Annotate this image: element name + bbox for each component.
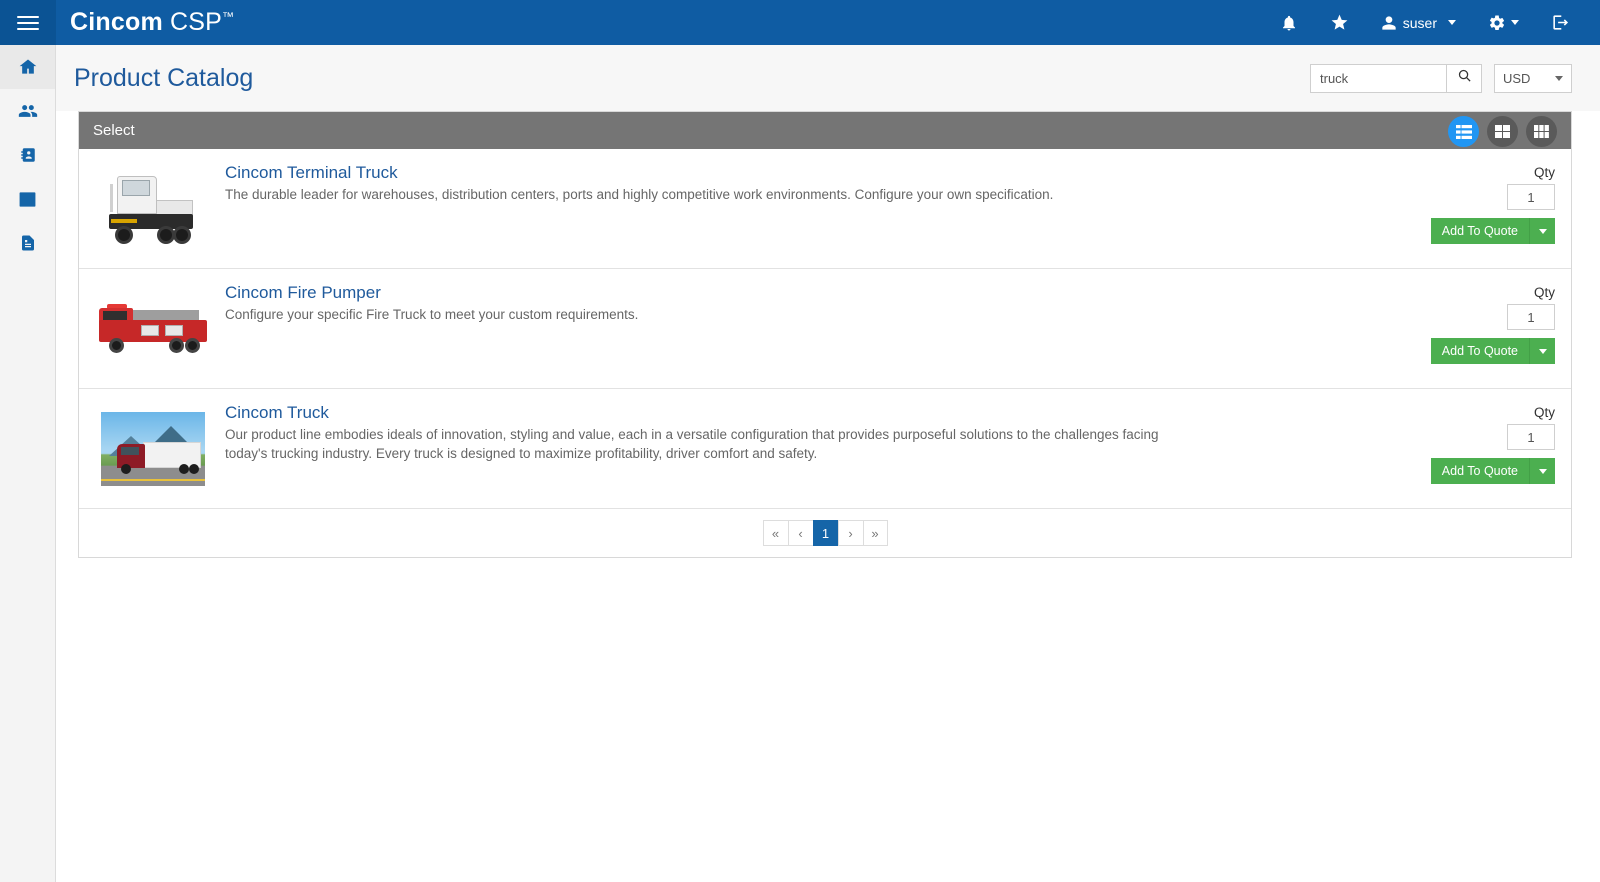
product-row: Cincom Terminal Truck The durable leader… bbox=[79, 149, 1571, 269]
add-to-quote-dropdown-button[interactable] bbox=[1529, 458, 1555, 484]
product-thumbnail[interactable] bbox=[91, 159, 215, 258]
address-book-icon bbox=[19, 145, 37, 165]
grid-view-icon bbox=[1495, 125, 1510, 138]
grid-view-button[interactable] bbox=[1487, 116, 1518, 147]
pagination-next[interactable]: › bbox=[837, 520, 863, 546]
hamburger-menu-button[interactable] bbox=[0, 0, 56, 45]
search-button[interactable] bbox=[1446, 63, 1482, 93]
pagination-last[interactable]: » bbox=[862, 520, 888, 546]
sidebar-item-accounts[interactable] bbox=[0, 89, 55, 133]
product-actions: Qty Add To Quote bbox=[1396, 159, 1571, 258]
qty-label: Qty bbox=[1533, 285, 1555, 300]
qty-label: Qty bbox=[1533, 405, 1555, 420]
product-info: Cincom Truck Our product line embodies i… bbox=[215, 399, 1396, 498]
top-navbar: Cincom CSP™ suser bbox=[0, 0, 1600, 45]
product-description: Configure your specific Fire Truck to me… bbox=[225, 307, 639, 322]
currency-selected-value: USD bbox=[1503, 70, 1531, 86]
table-view-button[interactable] bbox=[1526, 116, 1557, 147]
home-icon bbox=[18, 57, 38, 77]
currency-select[interactable]: USD bbox=[1494, 63, 1572, 93]
add-to-quote-group: Add To Quote bbox=[1430, 218, 1555, 244]
sidebar-item-documents[interactable] bbox=[0, 221, 55, 265]
logout-button[interactable] bbox=[1535, 0, 1586, 45]
qty-input[interactable] bbox=[1507, 304, 1555, 330]
product-row: Cincom Truck Our product line embodies i… bbox=[79, 389, 1571, 509]
sidebar-item-contacts[interactable] bbox=[0, 133, 55, 177]
product-info: Cincom Fire Pumper Configure your specif… bbox=[215, 279, 1396, 378]
sidebar-item-reports[interactable] bbox=[0, 177, 55, 221]
product-description: Our product line embodies ideals of inno… bbox=[225, 427, 1159, 461]
brand-name-primary: Cincom bbox=[70, 8, 163, 36]
product-row: Cincom Fire Pumper Configure your specif… bbox=[79, 269, 1571, 389]
add-to-quote-dropdown-button[interactable] bbox=[1529, 218, 1555, 244]
user-name-label: suser bbox=[1402, 14, 1437, 31]
fire-pumper-photo bbox=[97, 300, 209, 358]
product-thumbnail[interactable] bbox=[91, 399, 215, 498]
semi-truck-photo bbox=[101, 411, 205, 486]
sidebar-item-home[interactable] bbox=[0, 45, 55, 89]
qty-label: Qty bbox=[1533, 165, 1555, 180]
chart-area-icon bbox=[18, 190, 37, 209]
gear-icon bbox=[1488, 14, 1506, 32]
pagination: « ‹ 1 › » bbox=[762, 520, 888, 546]
pagination-page-1[interactable]: 1 bbox=[812, 520, 838, 546]
search-icon bbox=[1457, 68, 1472, 88]
file-list-icon bbox=[19, 233, 37, 253]
terminal-truck-photo bbox=[101, 170, 205, 248]
add-to-quote-button[interactable]: Add To Quote bbox=[1430, 338, 1529, 364]
search-group bbox=[1310, 63, 1482, 93]
add-to-quote-group: Add To Quote bbox=[1430, 338, 1555, 364]
catalog-panel: Select Cincom Terminal Truck The durable… bbox=[78, 111, 1572, 558]
qty-input[interactable] bbox=[1507, 184, 1555, 210]
main-content: Product Catalog USD Select bbox=[56, 45, 1600, 882]
product-title-link[interactable]: Cincom Fire Pumper bbox=[225, 283, 1386, 303]
chevron-down-icon bbox=[1511, 20, 1519, 25]
favorites-button[interactable] bbox=[1314, 0, 1365, 45]
chevron-down-icon bbox=[1538, 468, 1547, 474]
product-actions: Qty Add To Quote bbox=[1396, 279, 1571, 378]
hamburger-icon bbox=[17, 12, 39, 34]
chevron-down-icon bbox=[1448, 20, 1456, 25]
search-input[interactable] bbox=[1310, 63, 1446, 93]
list-view-icon bbox=[1455, 124, 1472, 139]
logout-icon bbox=[1551, 13, 1570, 32]
user-icon bbox=[1381, 15, 1397, 31]
page-header: Product Catalog USD bbox=[56, 45, 1600, 111]
star-icon bbox=[1330, 13, 1349, 32]
navbar-right-group: suser bbox=[1264, 0, 1600, 45]
brand-trademark: ™ bbox=[222, 9, 235, 24]
qty-input[interactable] bbox=[1507, 424, 1555, 450]
add-to-quote-button[interactable]: Add To Quote bbox=[1430, 218, 1529, 244]
pagination-first[interactable]: « bbox=[762, 520, 788, 546]
header-tools: USD bbox=[1310, 63, 1572, 93]
panel-title: Select bbox=[93, 122, 135, 139]
settings-menu-button[interactable] bbox=[1472, 0, 1535, 45]
view-toggle-group bbox=[1448, 116, 1557, 147]
pagination-prev[interactable]: ‹ bbox=[787, 520, 813, 546]
product-actions: Qty Add To Quote bbox=[1396, 399, 1571, 498]
product-description: The durable leader for warehouses, distr… bbox=[225, 187, 1054, 202]
product-title-link[interactable]: Cincom Truck bbox=[225, 403, 1386, 423]
app-brand: Cincom CSP™ bbox=[70, 8, 234, 37]
left-sidebar bbox=[0, 45, 56, 882]
user-menu-button[interactable]: suser bbox=[1365, 0, 1472, 45]
product-thumbnail[interactable] bbox=[91, 279, 215, 378]
catalog-panel-header: Select bbox=[79, 112, 1571, 149]
list-view-button[interactable] bbox=[1448, 116, 1479, 147]
page-title: Product Catalog bbox=[74, 63, 254, 92]
pagination-bar: « ‹ 1 › » bbox=[79, 509, 1571, 557]
add-to-quote-group: Add To Quote bbox=[1430, 458, 1555, 484]
table-view-icon bbox=[1534, 125, 1549, 138]
product-info: Cincom Terminal Truck The durable leader… bbox=[215, 159, 1396, 258]
chevron-down-icon bbox=[1555, 75, 1563, 81]
chevron-down-icon bbox=[1538, 228, 1547, 234]
add-to-quote-dropdown-button[interactable] bbox=[1529, 338, 1555, 364]
product-title-link[interactable]: Cincom Terminal Truck bbox=[225, 163, 1386, 183]
bell-icon bbox=[1280, 14, 1298, 32]
notifications-button[interactable] bbox=[1264, 0, 1314, 45]
users-icon bbox=[17, 101, 39, 121]
chevron-down-icon bbox=[1538, 348, 1547, 354]
add-to-quote-button[interactable]: Add To Quote bbox=[1430, 458, 1529, 484]
brand-name-secondary: CSP bbox=[170, 8, 223, 36]
